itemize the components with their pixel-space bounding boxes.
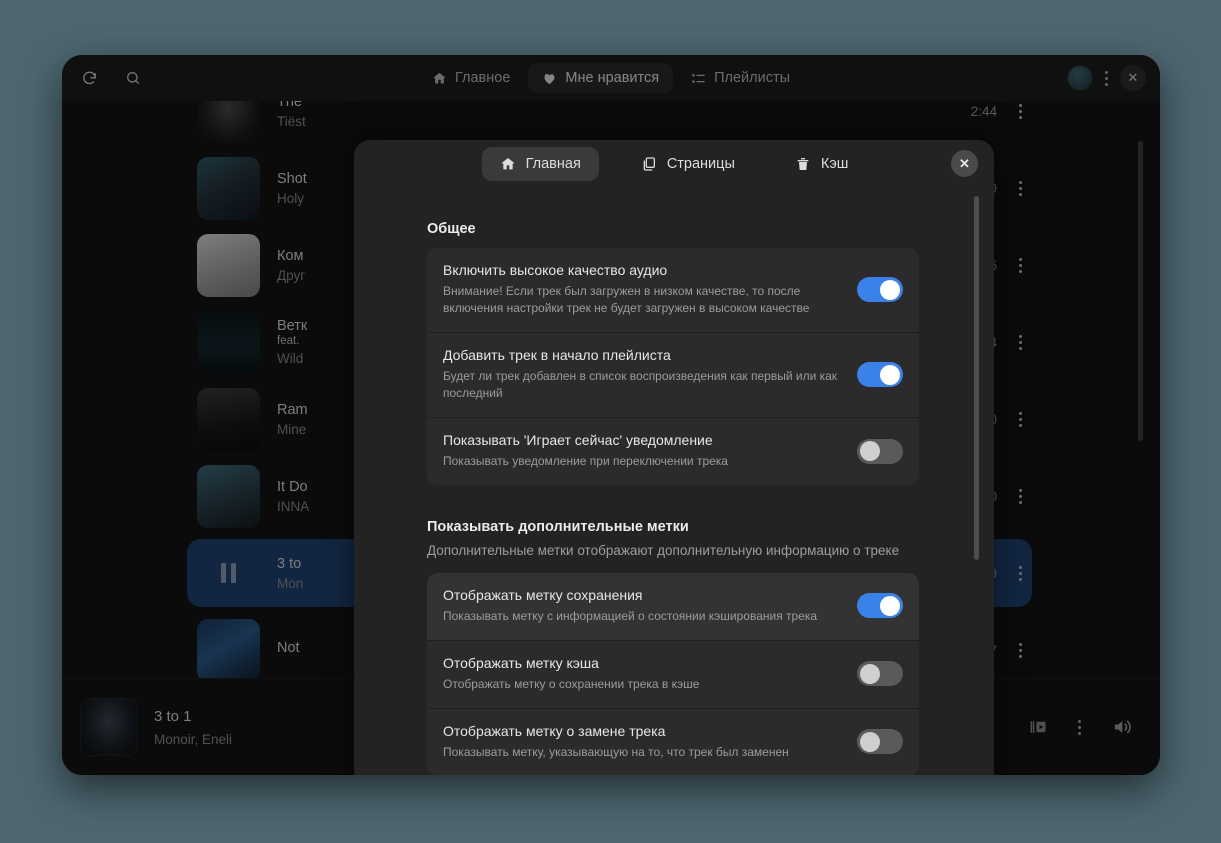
settings-card-labels: Отображать метку сохранения Показывать м… <box>427 572 919 775</box>
settings-tab-pages-label: Страницы <box>666 155 735 172</box>
setting-label: Включить высокое качество аудио <box>443 262 668 278</box>
setting-row-replace-label[interactable]: Отображать метку о замене трека Показыва… <box>427 707 919 775</box>
setting-text: Отображать метку о замене трека Показыва… <box>443 723 843 761</box>
settings-content: Общее Включить высокое качество аудио Вн… <box>354 187 994 775</box>
toggle-replace-label[interactable] <box>857 729 903 755</box>
settings-card-general: Включить высокое качество аудио Внимание… <box>427 248 919 486</box>
settings-modal-tabs: Главная Страницы Кэш ✕ <box>354 140 994 187</box>
setting-description: Показывать уведомление при переключении … <box>443 454 728 469</box>
section-desc-labels: Дополнительные метки отображают дополнит… <box>427 543 900 559</box>
setting-text: Добавить трек в начало плейлиста Будет л… <box>443 347 843 402</box>
setting-description: Показывать метку с информацией о состоян… <box>443 608 818 623</box>
settings-tab-cache-label: Кэш <box>820 155 849 172</box>
setting-row-hq-audio[interactable]: Включить высокое качество аудио Внимание… <box>427 248 919 332</box>
home-icon <box>500 156 516 172</box>
settings-tab-pages[interactable]: Страницы <box>623 147 753 181</box>
setting-description: Будет ли трек добавлен в список воспроиз… <box>443 369 838 401</box>
setting-text: Показывать 'Играет сейчас' уведомление П… <box>443 432 843 470</box>
setting-description: Отображать метку о сохранении трека в кэ… <box>443 676 700 691</box>
setting-row-cache-label[interactable]: Отображать метку кэша Отображать метку о… <box>427 639 919 708</box>
setting-label: Добавить трек в начало плейлиста <box>443 347 671 364</box>
settings-tab-main-label: Главная <box>525 155 581 172</box>
setting-text: Включить высокое качество аудио Внимание… <box>443 262 843 317</box>
settings-modal: Главная Страницы Кэш ✕ Общее Включить вы… <box>354 140 994 775</box>
setting-text: Отображать метку сохранения Показывать м… <box>443 587 843 625</box>
setting-text: Отображать метку кэша Отображать метку о… <box>443 655 843 693</box>
toggle-hq-audio[interactable] <box>857 277 903 303</box>
settings-tab-main[interactable]: Главная <box>481 146 599 181</box>
toggle-save-label[interactable] <box>857 593 903 619</box>
setting-label: Показывать 'Играет сейчас' уведомление <box>443 432 713 449</box>
trash-icon <box>795 156 811 172</box>
setting-description: Показывать метку, указывающую на то, что… <box>443 744 789 759</box>
application-window: Главное Мне нравится Плейлисты ✕ The Tië… <box>62 55 1160 775</box>
section-title-general: Общее <box>427 221 476 237</box>
setting-label: Отображать метку кэша <box>443 654 599 671</box>
toggle-add-to-start[interactable] <box>857 362 903 388</box>
pages-icon <box>641 156 657 172</box>
settings-scrollbar[interactable] <box>974 196 979 560</box>
setting-row-save-label[interactable]: Отображать метку сохранения Показывать м… <box>427 572 919 640</box>
setting-row-add-to-start[interactable]: Добавить трек в начало плейлиста Будет л… <box>427 332 919 417</box>
settings-close-button[interactable]: ✕ <box>951 150 978 177</box>
setting-label: Отображать метку о замене трека <box>443 722 666 739</box>
section-title-labels: Показывать дополнительные метки <box>427 519 689 536</box>
setting-description: Внимание! Если трек был загружен в низко… <box>443 284 810 316</box>
setting-row-now-playing-notification[interactable]: Показывать 'Играет сейчас' уведомление П… <box>427 417 919 485</box>
toggle-cache-label[interactable] <box>857 661 903 687</box>
toggle-now-playing-notification[interactable] <box>857 438 903 464</box>
settings-tab-cache[interactable]: Кэш <box>777 147 866 181</box>
setting-label: Отображать метку сохранения <box>443 586 643 603</box>
